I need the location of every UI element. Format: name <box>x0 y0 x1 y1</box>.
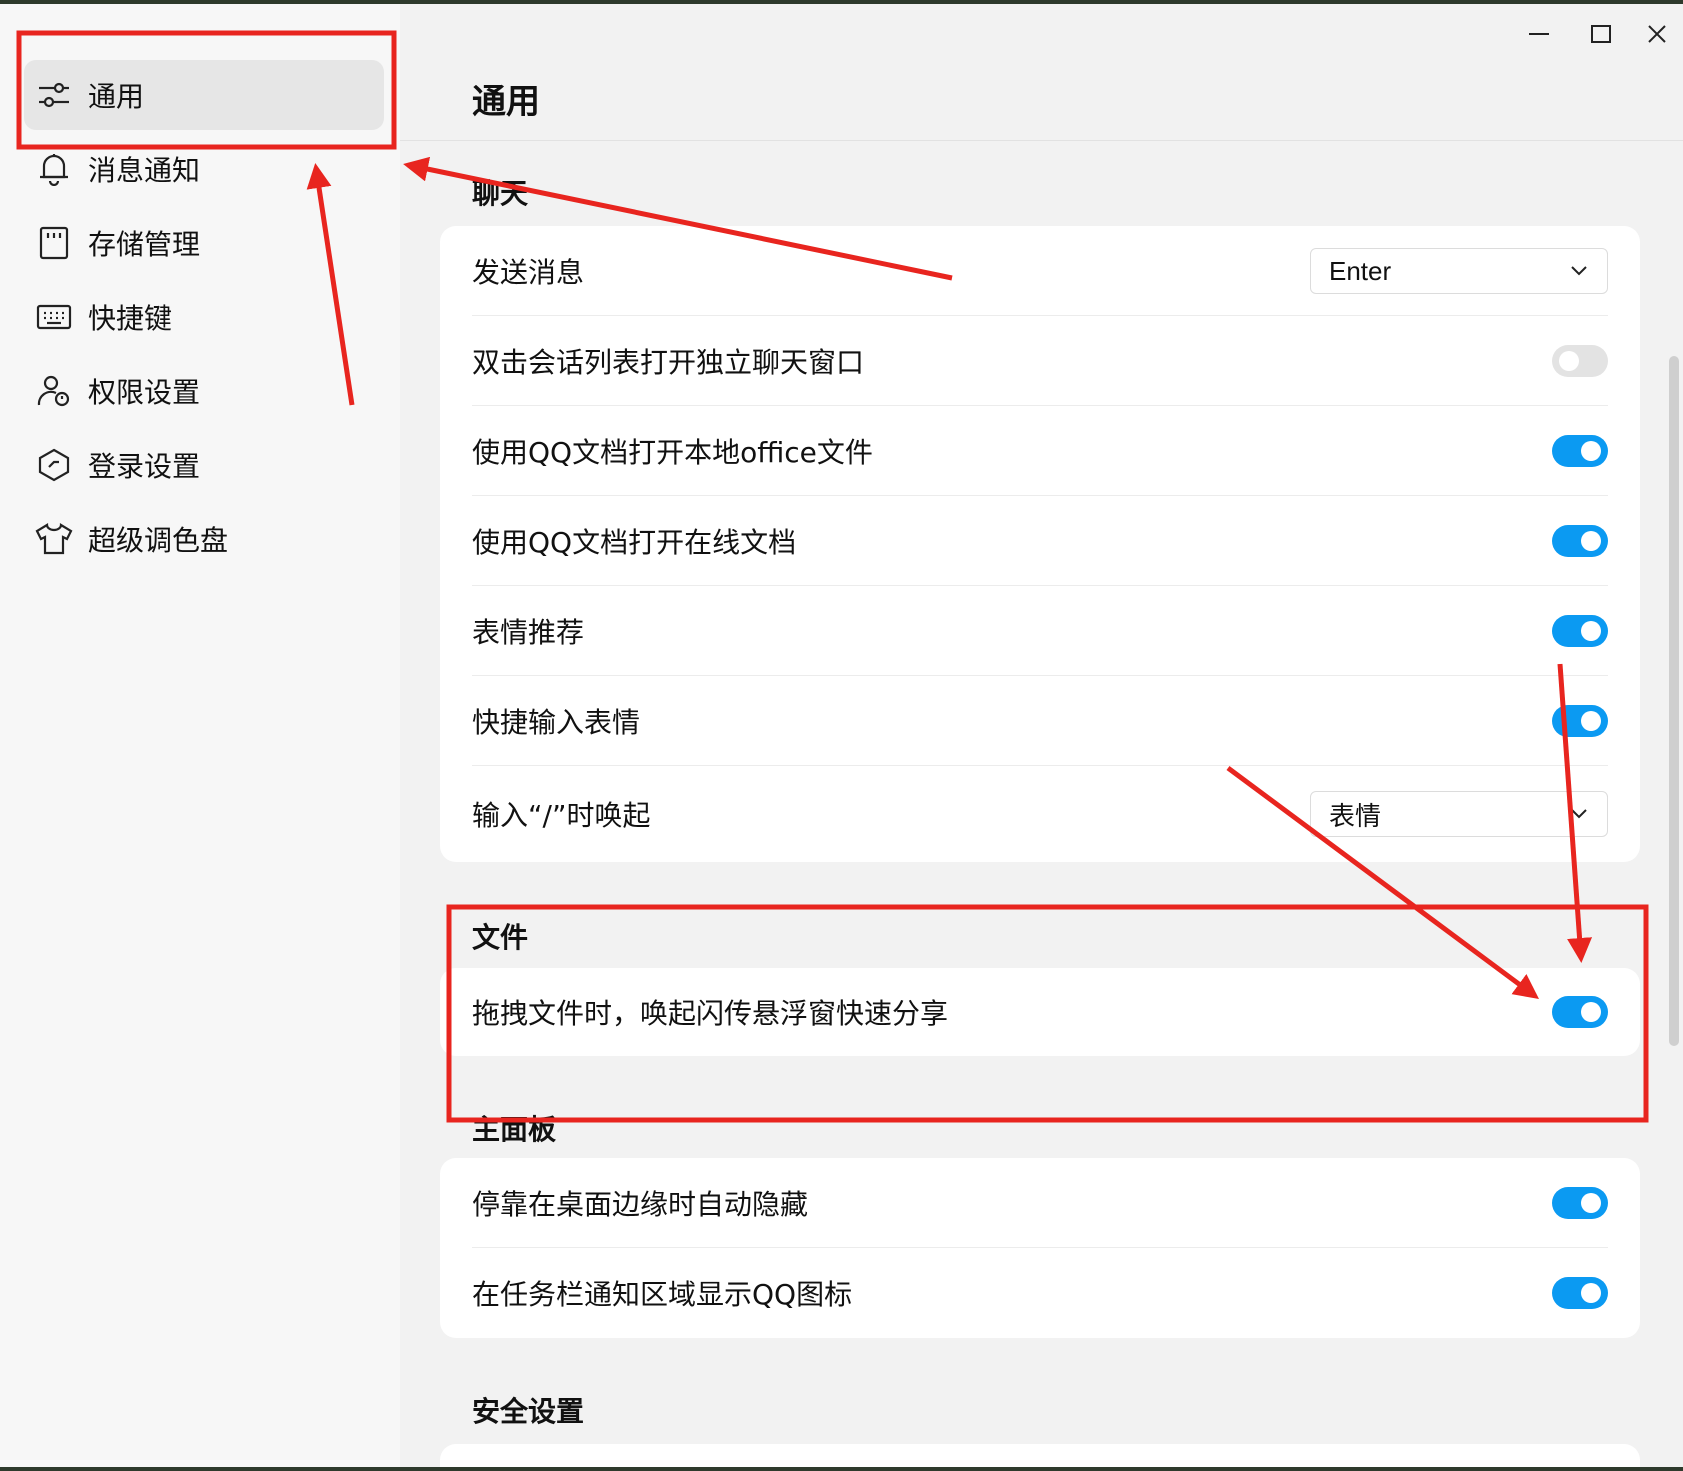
toggle-knob <box>1581 441 1601 461</box>
setting-label: 发送消息 <box>472 256 585 289</box>
user-shield-icon <box>34 371 74 411</box>
section-title-chat: 聊天 <box>472 177 529 210</box>
chat-settings-card: 发送消息 Enter 双击会话列表打开独立聊天窗口 使用QQ文档打开本地offi… <box>440 226 1640 862</box>
sidebar-item-label: 通用 <box>88 80 145 113</box>
setting-row-double-click: 双击会话列表打开独立聊天窗口 <box>472 316 1608 406</box>
sd-card-icon <box>34 223 74 263</box>
sidebar-item-notifications[interactable]: 消息通知 <box>24 134 384 204</box>
setting-row-send-message: 发送消息 Enter <box>472 226 1608 316</box>
setting-row-auto-hide: 停靠在桌面边缘时自动隐藏 <box>472 1158 1608 1248</box>
panel-settings-card: 停靠在桌面边缘时自动隐藏 在任务栏通知区域显示QQ图标 <box>440 1158 1640 1338</box>
sidebar-item-permissions[interactable]: 权限设置 <box>24 356 384 426</box>
keyboard-icon <box>34 297 74 337</box>
send-message-select[interactable]: Enter <box>1310 248 1608 294</box>
file-settings-card: 拖拽文件时，唤起闪传悬浮窗快速分享 <box>440 968 1640 1056</box>
sidebar-item-storage[interactable]: 存储管理 <box>24 208 384 278</box>
main-panel: 通用 聊天 发送消息 Enter 双击会话列表打开独立聊天窗口 使用QQ文档打开… <box>400 4 1683 1467</box>
toggle-knob <box>1581 621 1601 641</box>
sidebar-item-shortcuts[interactable]: 快捷键 <box>24 282 384 352</box>
sidebar-item-label: 登录设置 <box>88 450 201 483</box>
tshirt-icon <box>34 519 74 559</box>
setting-label: 在任务栏通知区域显示QQ图标 <box>472 1278 853 1311</box>
emoji-recommend-toggle[interactable] <box>1552 615 1608 647</box>
setting-label: 使用QQ文档打开在线文档 <box>472 526 797 559</box>
close-icon <box>1646 23 1668 49</box>
sidebar-item-label: 快捷键 <box>88 302 173 335</box>
chevron-down-icon <box>1569 804 1589 824</box>
section-title-file: 文件 <box>472 921 529 954</box>
setting-label: 停靠在桌面边缘时自动隐藏 <box>472 1188 809 1221</box>
title-divider <box>400 140 1683 141</box>
section-title-security: 安全设置 <box>472 1395 585 1428</box>
setting-label: 输入“/”时唤起 <box>472 799 651 832</box>
setting-row-tray-icon: 在任务栏通知区域显示QQ图标 <box>472 1248 1608 1338</box>
sidebar-item-label: 存储管理 <box>88 228 201 261</box>
maximize-icon <box>1590 23 1612 49</box>
drag-file-toggle[interactable] <box>1552 996 1608 1028</box>
quick-emoji-toggle[interactable] <box>1552 705 1608 737</box>
double-click-toggle[interactable] <box>1552 345 1608 377</box>
sidebar-item-label: 权限设置 <box>88 376 201 409</box>
setting-label: 快捷输入表情 <box>472 706 641 739</box>
setting-row-local-office: 使用QQ文档打开本地office文件 <box>472 406 1608 496</box>
bell-icon <box>34 149 74 189</box>
online-doc-toggle[interactable] <box>1552 525 1608 557</box>
select-value: Enter <box>1329 255 1392 286</box>
setting-row-drag-file: 拖拽文件时，唤起闪传悬浮窗快速分享 <box>472 968 1608 1056</box>
toggle-knob <box>1581 711 1601 731</box>
close-button[interactable] <box>1637 18 1677 54</box>
toggle-knob <box>1581 531 1601 551</box>
select-value: 表情 <box>1329 800 1382 831</box>
settings-window: 通用 消息通知 存储管理 快捷键 权限设置 登录设置 超级调色盘 通用 聊天 发… <box>0 4 1683 1467</box>
sidebar: 通用 消息通知 存储管理 快捷键 权限设置 登录设置 超级调色盘 <box>0 4 400 1467</box>
setting-row-emoji-recommend: 表情推荐 <box>472 586 1608 676</box>
setting-label: 双击会话列表打开独立聊天窗口 <box>472 346 865 379</box>
tray-icon-toggle[interactable] <box>1552 1277 1608 1309</box>
toggle-knob <box>1559 351 1579 371</box>
minimize-button[interactable] <box>1519 18 1559 54</box>
maximize-button[interactable] <box>1581 18 1621 54</box>
page-title: 通用 <box>472 82 540 122</box>
toggle-knob <box>1581 1193 1601 1213</box>
chevron-down-icon <box>1569 261 1589 281</box>
sidebar-item-palette[interactable]: 超级调色盘 <box>24 504 384 574</box>
setting-label: 拖拽文件时，唤起闪传悬浮窗快速分享 <box>472 997 949 1030</box>
setting-row-online-doc: 使用QQ文档打开在线文档 <box>472 496 1608 586</box>
local-office-toggle[interactable] <box>1552 435 1608 467</box>
sidebar-item-label: 超级调色盘 <box>88 524 229 557</box>
setting-label: 使用QQ文档打开本地office文件 <box>472 436 873 469</box>
sliders-icon <box>34 75 74 115</box>
section-title-panel: 主面板 <box>472 1113 557 1146</box>
auto-hide-toggle[interactable] <box>1552 1187 1608 1219</box>
security-settings-card <box>440 1444 1640 1467</box>
sidebar-item-label: 消息通知 <box>88 154 201 187</box>
setting-label: 表情推荐 <box>472 616 585 649</box>
toggle-knob <box>1581 1283 1601 1303</box>
slash-trigger-select[interactable]: 表情 <box>1310 791 1608 837</box>
sidebar-item-login[interactable]: 登录设置 <box>24 430 384 500</box>
sidebar-item-general[interactable]: 通用 <box>24 60 384 130</box>
scrollbar[interactable] <box>1669 356 1679 1046</box>
toggle-knob <box>1581 1002 1601 1022</box>
setting-row-quick-emoji: 快捷输入表情 <box>472 676 1608 766</box>
hexagon-check-icon <box>34 445 74 485</box>
setting-row-slash-trigger: 输入“/”时唤起 表情 <box>472 766 1608 862</box>
minimize-icon <box>1528 23 1550 49</box>
